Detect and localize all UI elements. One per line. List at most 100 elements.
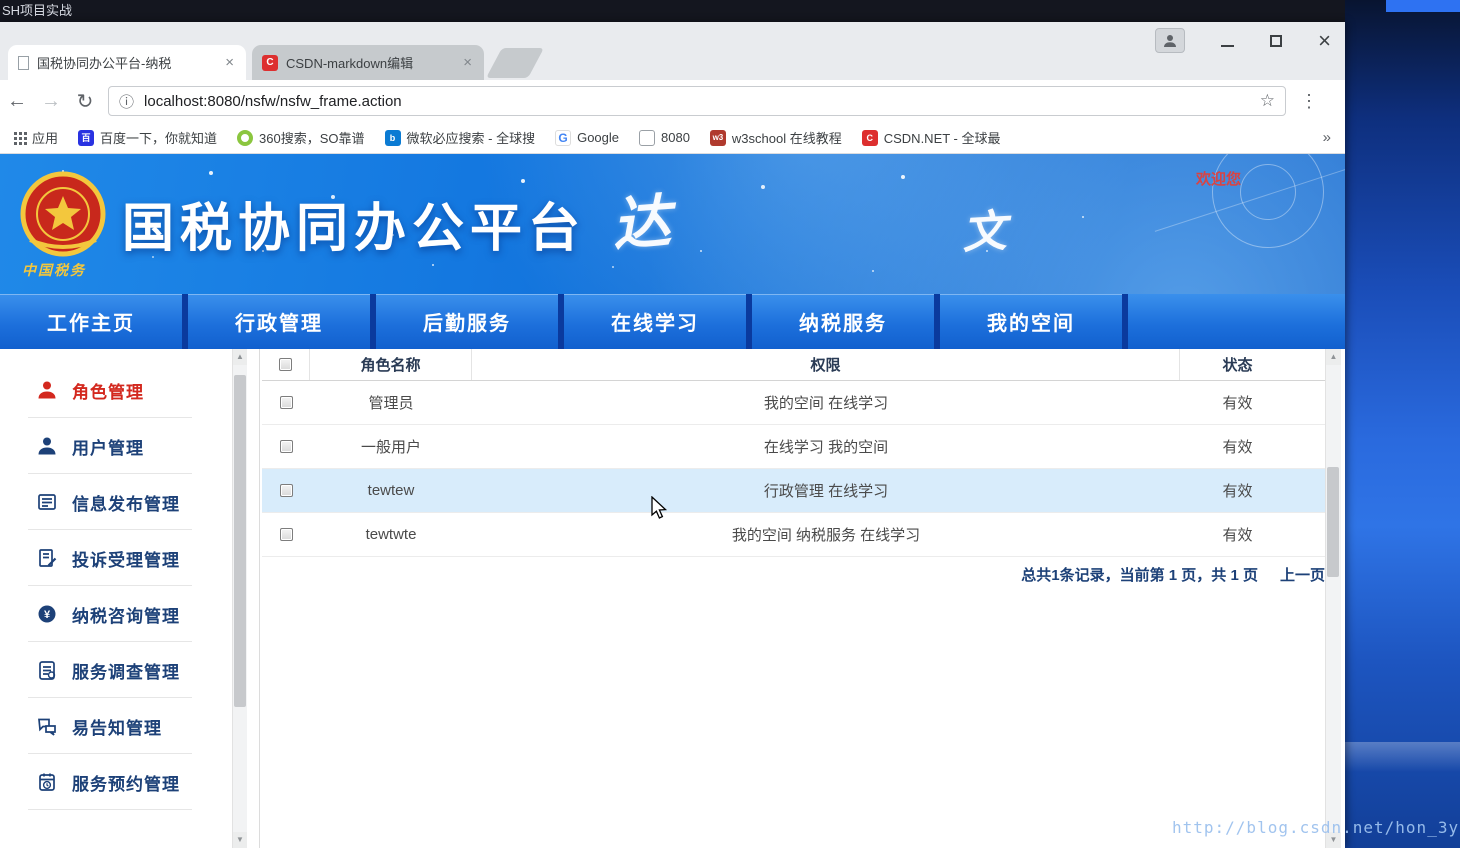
close-button[interactable]: ×	[1318, 28, 1331, 53]
role-permissions: 在线学习 我的空间	[763, 439, 889, 456]
bookmark-bing[interactable]: b 微软必应搜索 - 全球搜	[384, 128, 535, 147]
new-tab-button[interactable]	[486, 48, 544, 78]
bookmark-csdn[interactable]: C CSDN.NET - 全球最	[861, 128, 1001, 147]
360-favicon	[237, 129, 254, 146]
scrollbar-thumb[interactable]	[234, 375, 246, 707]
welcome-text: 欢迎您	[1196, 171, 1242, 188]
nav-filler	[1128, 294, 1345, 349]
bookmark-google[interactable]: G Google	[555, 129, 619, 146]
row-checkbox[interactable]	[279, 440, 293, 453]
calligraphy-decoration: 文	[960, 206, 1008, 259]
w3school-favicon: w3	[709, 129, 726, 146]
tab-close-icon[interactable]: ×	[461, 54, 474, 71]
bookmark-star-icon[interactable]: ☆	[1260, 91, 1275, 111]
pagination-summary: 总共1条记录，当前第 1 页，共 1 页	[1021, 566, 1258, 584]
table-row[interactable]: tewtwte 我的空间 纳税服务 在线学习 有效	[262, 513, 1325, 557]
banner-swirl	[1240, 164, 1296, 220]
nav-item-taxservice[interactable]: 纳税服务	[752, 294, 934, 349]
row-checkbox[interactable]	[279, 396, 293, 409]
apps-grid-icon	[14, 131, 27, 145]
select-all-checkbox[interactable]	[279, 358, 292, 371]
back-icon[interactable]: ←	[0, 90, 34, 113]
sidebar-item-tax-consult[interactable]: ¥ 纳税咨询管理	[0, 586, 232, 642]
column-header-status: 状态	[1222, 357, 1253, 374]
google-favicon: G	[555, 129, 572, 146]
site-banner: 中国税务 国税协同办公平台 达 文 欢迎您	[0, 154, 1345, 294]
nav-item-home[interactable]: 工作主页	[0, 294, 182, 349]
bookmark-apps[interactable]: 应用	[14, 128, 58, 147]
mouse-cursor	[651, 496, 668, 519]
svg-text:¥: ¥	[44, 609, 51, 621]
scrollbar-thumb[interactable]	[1327, 467, 1339, 577]
sidebar-item-notify[interactable]: 易告知管理	[0, 698, 232, 754]
browser-window: 国税协同办公平台-纳税 × C CSDN-markdown编辑 × × ← → …	[0, 22, 1345, 848]
sidebar-scrollbar[interactable]: ▲ ▼	[232, 349, 247, 848]
emblem-logo	[20, 171, 106, 257]
role-status: 有效	[1222, 527, 1253, 544]
table-row[interactable]: 管理员 我的空间 在线学习 有效	[262, 381, 1325, 425]
sidebar-item-service-survey[interactable]: 服务调查管理	[0, 642, 232, 698]
role-permissions: 行政管理 在线学习	[763, 483, 889, 500]
nav-item-logistics[interactable]: 后勤服务	[376, 294, 558, 349]
sidebar-item-user-mgmt[interactable]: 用户管理	[0, 418, 232, 474]
pagination-bar: 总共1条记录，当前第 1 页，共 1 页 上一页	[262, 561, 1325, 587]
sidebar-item-booking[interactable]: 服务预约管理	[0, 754, 232, 810]
recording-title: SH项目实战	[2, 3, 73, 18]
sidebar-item-complaint[interactable]: 投诉受理管理	[0, 530, 232, 586]
role-table: 角色名称 权限 状态 管理员 我的空间 在线学习 有效 一般用户 在线学习 我的…	[262, 349, 1325, 557]
nav-item-learning[interactable]: 在线学习	[564, 294, 746, 349]
minimize-button[interactable]	[1221, 35, 1235, 47]
table-row-highlighted[interactable]: tewtew 行政管理 在线学习 有效	[262, 469, 1325, 513]
sidebar-item-role-mgmt[interactable]: 角色管理	[0, 362, 232, 418]
news-icon	[38, 494, 56, 510]
page-info-icon[interactable]: ⓘ	[119, 91, 134, 112]
sidebar-item-info-publish[interactable]: 信息发布管理	[0, 474, 232, 530]
tax-coin-icon: ¥	[38, 605, 56, 623]
nav-item-admin[interactable]: 行政管理	[188, 294, 370, 349]
bookmark-w3school[interactable]: w3 w3school 在线教程	[709, 128, 842, 147]
tab-close-icon[interactable]: ×	[223, 54, 236, 71]
content-scrollbar[interactable]: ▲ ▼	[1325, 349, 1341, 848]
scroll-up-icon[interactable]: ▲	[233, 349, 247, 365]
address-bar[interactable]: ⓘ localhost:8080/nsfw/nsfw_frame.action …	[108, 86, 1286, 116]
watermark-url: http://blog.csdn.net/hon_3y	[1172, 818, 1460, 837]
nav-item-myspace[interactable]: 我的空间	[940, 294, 1122, 349]
browser-menu-icon[interactable]: ⋮	[1300, 91, 1318, 112]
role-permissions: 我的空间 在线学习	[763, 395, 889, 412]
role-name: 管理员	[368, 395, 414, 412]
refresh-icon[interactable]: ↻	[68, 89, 102, 114]
tab-title: 国税协同办公平台-纳税	[37, 56, 172, 71]
taskbar-fragment	[1386, 0, 1460, 12]
role-name: 一般用户	[360, 439, 421, 456]
tab-csdn[interactable]: C CSDN-markdown编辑 ×	[252, 45, 484, 80]
sidebar: 角色管理 用户管理 信息发布管理 投诉受理管理 ¥ 纳税咨询管理 服务调查管理 …	[0, 349, 260, 848]
person-icon	[1164, 34, 1177, 47]
maximize-button[interactable]	[1270, 34, 1283, 47]
role-name: tewtwte	[365, 526, 417, 543]
row-checkbox[interactable]	[279, 528, 293, 541]
survey-list-icon	[39, 661, 56, 680]
profile-button[interactable]	[1155, 28, 1186, 53]
forward-icon[interactable]: →	[34, 90, 68, 113]
role-name: tewtew	[367, 482, 415, 499]
scroll-down-icon[interactable]: ▼	[233, 832, 247, 848]
bookmarks-overflow-icon[interactable]: »	[1323, 129, 1331, 146]
role-status: 有效	[1222, 439, 1253, 456]
bookmark-8080[interactable]: 8080	[639, 129, 690, 146]
role-status: 有效	[1222, 483, 1253, 500]
complaint-form-icon	[39, 549, 57, 567]
bookmarks-bar: 应用 百 百度一下，你就知道 360搜索，SO靠谱 b 微软必应搜索 - 全球搜…	[0, 122, 1345, 154]
row-checkbox[interactable]	[279, 484, 293, 497]
table-row[interactable]: 一般用户 在线学习 我的空间 有效	[262, 425, 1325, 469]
column-header-role-name: 角色名称	[310, 349, 472, 380]
page-favicon	[18, 55, 29, 70]
role-status: 有效	[1222, 395, 1253, 412]
prev-page-link[interactable]: 上一页	[1280, 564, 1325, 585]
bookmark-360[interactable]: 360搜索，SO靠谱	[237, 128, 365, 147]
tab-tax-platform[interactable]: 国税协同办公平台-纳税 ×	[8, 45, 246, 80]
site-title: 国税协同办公平台	[122, 200, 587, 258]
bookmark-baidu[interactable]: 百 百度一下，你就知道	[78, 128, 217, 147]
user-icon	[38, 381, 56, 399]
scroll-up-icon[interactable]: ▲	[1326, 349, 1341, 365]
bing-favicon: b	[384, 129, 401, 146]
